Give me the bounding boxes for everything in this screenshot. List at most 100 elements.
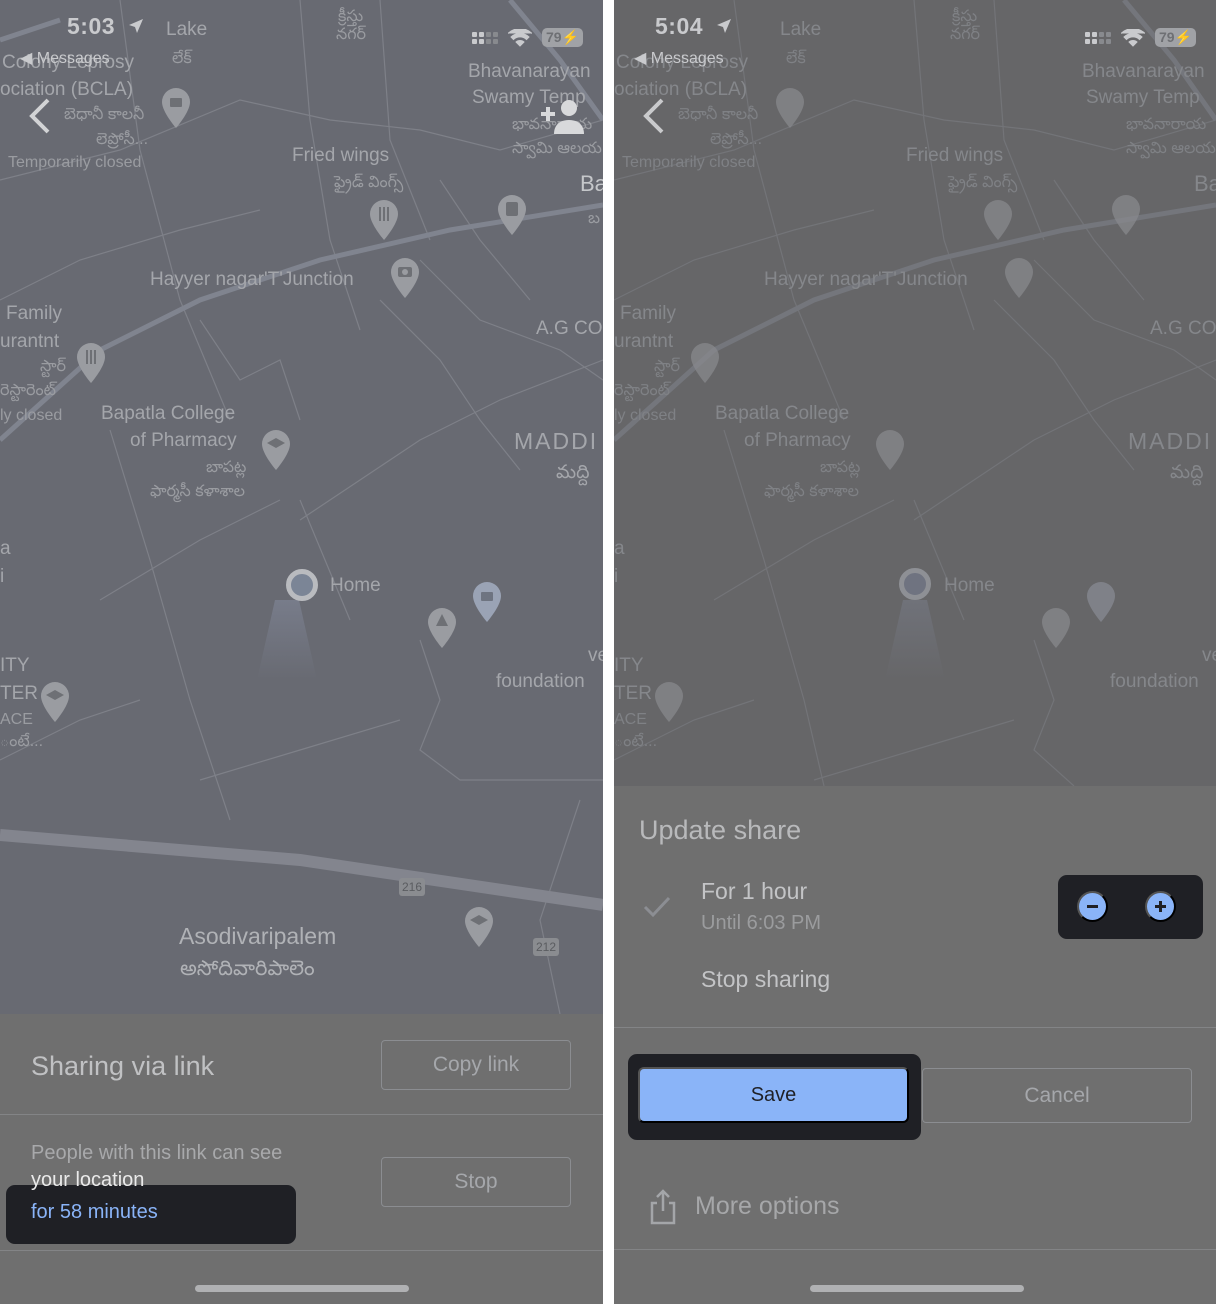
map-label: ly closed: [614, 407, 677, 424]
map-label: ITY: [0, 655, 30, 676]
sheet-title: Update share: [639, 815, 802, 845]
map-label: ociation (BCLA): [0, 79, 134, 100]
camera-pin-icon[interactable]: [390, 258, 420, 298]
route-shield-216: 216: [399, 878, 426, 896]
share-icon[interactable]: [649, 1189, 677, 1225]
home-location-marker[interactable]: [899, 568, 931, 600]
update-share-sheet: Update share For 1 hour Until 6:03 PM St…: [614, 786, 1216, 1304]
map-label: Lake: [166, 19, 208, 40]
map-label: లెప్రోసీ...: [710, 131, 763, 148]
map-label: ఫ్రైడ్ వింగ్స్: [948, 174, 1018, 191]
divider: [614, 1249, 1216, 1250]
shopping-pin-icon[interactable]: [472, 582, 502, 622]
transit-pin-icon[interactable]: [497, 195, 527, 235]
restaurant-pin-icon[interactable]: [690, 343, 720, 383]
home-indicator[interactable]: [195, 1285, 409, 1292]
map-label: బెధానీ కాలనీ: [64, 106, 145, 123]
status-time: 5:03: [67, 13, 144, 40]
home-location-marker[interactable]: [286, 569, 318, 601]
status-time-text: 5:04: [655, 13, 704, 39]
map-label: బెధానీ కాలనీ: [678, 106, 759, 123]
shopping-pin-icon[interactable]: [1086, 582, 1116, 622]
map-label: A.G CO: [1150, 318, 1216, 339]
map-label: ACE: [0, 711, 33, 728]
duration-stepper: [1058, 875, 1203, 939]
restaurant-pin-icon[interactable]: [76, 343, 106, 383]
camera-pin-icon[interactable]: [1004, 258, 1034, 298]
map-label: Hayyer nagar'T'Junction: [764, 269, 968, 290]
map-label: TER: [0, 683, 38, 704]
wifi-icon: [507, 28, 532, 47]
back-chevron-icon[interactable]: [26, 96, 56, 136]
back-to-app-link[interactable]: ◀ Messages: [20, 48, 110, 68]
map-label: Bhavanarayan: [1082, 61, 1205, 82]
option-stop-sharing[interactable]: Stop sharing: [701, 966, 830, 993]
map-label: Swamy Temp: [1086, 87, 1200, 108]
restaurant-pin-icon[interactable]: [369, 200, 399, 240]
back-to-app-link[interactable]: ◀ Messages: [634, 48, 724, 68]
map-label: Lake: [780, 19, 822, 40]
map-label: TER: [614, 683, 652, 704]
status-time-text: 5:03: [67, 13, 116, 39]
shopping-pin-icon[interactable]: [775, 88, 805, 128]
sharing-duration: for 58 minutes: [31, 1201, 158, 1223]
map-label: foundation: [1110, 671, 1199, 692]
map-label: MADDI: [1128, 428, 1213, 454]
add-person-icon[interactable]: [539, 96, 585, 136]
sharing-link-sheet: Sharing via link Copy link People with t…: [0, 1014, 603, 1304]
wifi-icon: [1120, 28, 1145, 47]
divider: [0, 1114, 603, 1115]
map-label: i: [614, 566, 619, 587]
stop-sharing-button[interactable]: Stop: [381, 1157, 571, 1207]
cancel-button[interactable]: Cancel: [922, 1068, 1192, 1123]
map-label: urantnt: [0, 331, 60, 352]
map-label: ACE: [614, 711, 647, 728]
cellular-signal-icon: [471, 31, 498, 44]
map-label: ంటే...: [614, 733, 658, 750]
map-label: లేక్: [786, 50, 806, 67]
option-for-1-hour[interactable]: For 1 hour: [701, 878, 807, 905]
increase-duration-button[interactable]: [1145, 891, 1176, 922]
copy-link-button[interactable]: Copy link: [381, 1040, 571, 1090]
map-label: స్టార్: [654, 358, 680, 375]
back-chevron-icon[interactable]: [640, 96, 670, 136]
location-arrow-icon: [716, 19, 731, 33]
status-indicators: 79⚡: [471, 28, 583, 47]
school-pin-icon[interactable]: [875, 430, 905, 470]
map-label: ly closed: [0, 407, 63, 424]
map-label: ంటే...: [0, 733, 44, 750]
plus-icon: [1155, 901, 1166, 912]
restaurant-pin-icon[interactable]: [983, 200, 1013, 240]
sharing-description: People with this link can see your locat…: [31, 1140, 282, 1194]
school-pin-icon[interactable]: [40, 682, 70, 722]
map-label: a: [0, 538, 11, 559]
map-view[interactable]: Colony Leprosy ociation (BCLA) బెధానీ కా…: [0, 0, 603, 1014]
map-label: బాపట్ల: [820, 459, 861, 476]
home-indicator[interactable]: [810, 1285, 1024, 1292]
school-pin-icon[interactable]: [654, 682, 684, 722]
map-label: లేక్: [172, 50, 192, 67]
map-label: మద్ది: [1170, 462, 1204, 483]
park-pin-icon[interactable]: [1041, 608, 1071, 648]
transit-pin-icon[interactable]: [1111, 195, 1141, 235]
map-label: Bapatla College: [101, 403, 236, 424]
map-label: ఫ్రైడ్ వింగ్స్: [334, 174, 404, 191]
minus-icon: [1087, 905, 1098, 908]
park-pin-icon[interactable]: [427, 608, 457, 648]
decrease-duration-button[interactable]: [1077, 891, 1108, 922]
save-button[interactable]: Save: [638, 1067, 909, 1123]
school-pin-icon[interactable]: [261, 430, 291, 470]
shopping-pin-icon[interactable]: [161, 88, 191, 128]
route-shield-212: 212: [533, 938, 560, 956]
school-pin-icon[interactable]: [464, 907, 494, 947]
map-label: Family: [620, 303, 676, 324]
map-view[interactable]: Colony Leprosy ociation (BCLA) బెధానీ కా…: [614, 0, 1216, 786]
map-label: Family: [6, 303, 62, 324]
map-label: Fried wings: [906, 145, 1004, 166]
map-label: i: [0, 566, 5, 587]
map-label: స్వామి ఆలయ: [1126, 140, 1216, 157]
description-line-2: your location: [31, 1169, 145, 1191]
map-label: ve: [1202, 645, 1216, 666]
map-label: ITY: [614, 655, 644, 676]
more-options-button[interactable]: More options: [695, 1192, 840, 1221]
